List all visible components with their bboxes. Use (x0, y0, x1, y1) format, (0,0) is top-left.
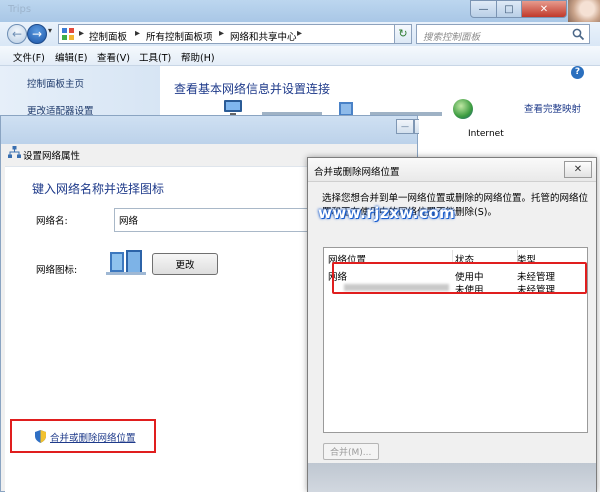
globe-icon (453, 99, 473, 119)
highlight-box (332, 262, 587, 294)
window-title: Trips (8, 4, 32, 15)
control-panel-icon (62, 28, 74, 40)
close-button[interactable]: ✕ (564, 161, 592, 178)
breadcrumb-network-center[interactable]: 网络和共享中心 (230, 29, 297, 43)
recent-pages-dropdown[interactable]: ▾ (48, 26, 52, 35)
maximize-button[interactable] (414, 119, 419, 134)
network-name-label: 网络名: (36, 216, 68, 227)
refresh-button[interactable]: ↻ (394, 24, 412, 44)
dialog-heading: 键入网络名称并选择图标 (32, 182, 165, 196)
network-location-icon (106, 250, 146, 275)
minimize-button[interactable]: — (470, 0, 497, 18)
sidebar-item-home[interactable]: 控制面板主页 (27, 76, 84, 90)
menu-file[interactable]: 文件(F) (13, 50, 45, 64)
maximize-button[interactable]: □ (496, 0, 522, 18)
dialog-title: 设置网络属性 (23, 151, 81, 162)
breadcrumb-separator: ▸ (79, 28, 85, 39)
network-location-list[interactable]: 网络位置 状态 类型 网络 使用中 未经管理 未使用 未经管理 (323, 247, 588, 433)
network-icon-label: 网络图标: (36, 265, 78, 276)
merge-delete-locations-link[interactable]: 合并或删除网络位置 (50, 430, 136, 444)
forward-button[interactable]: → (27, 24, 47, 44)
dialog-title-bar: — (1, 116, 419, 144)
merge-delete-dialog: 合并或删除网络位置 ✕ 选择您想合并到单一网络位置或删除的网络位置。托管的网络位… (307, 157, 597, 492)
navigation-bar: ← → ▾ ▸ 控制面板 ▸ 所有控制面板项 ▸ 网络和共享中心 ▸ ▾ ↻ 搜… (0, 22, 600, 46)
watermark: www.rjzxw.com (318, 204, 456, 222)
menu-view[interactable]: 查看(V) (97, 50, 130, 64)
internet-label: Internet (468, 129, 504, 139)
search-input[interactable]: 搜索控制面板 (416, 24, 590, 44)
close-button[interactable]: ✕ (521, 0, 567, 18)
search-icon (572, 28, 585, 41)
menu-tools[interactable]: 工具(T) (139, 50, 171, 64)
address-bar[interactable]: ▸ 控制面板 ▸ 所有控制面板项 ▸ 网络和共享中心 ▸ ▾ (58, 24, 456, 44)
dialog-title-bar: 合并或删除网络位置 ✕ (308, 158, 596, 182)
change-icon-button[interactable]: 更改 (152, 253, 218, 275)
page-title: 查看基本网络信息并设置连接 (174, 82, 331, 96)
back-button[interactable]: ← (7, 24, 27, 44)
menu-help[interactable]: 帮助(H) (181, 50, 215, 64)
shield-icon (35, 430, 46, 443)
minimize-button[interactable]: — (396, 119, 414, 134)
menu-edit[interactable]: 编辑(E) (55, 50, 87, 64)
help-icon[interactable]: ? (571, 66, 584, 79)
breadcrumb-separator: ▸ (297, 28, 303, 39)
background-photo (568, 0, 600, 22)
dialog-footer (308, 463, 596, 492)
breadcrumb-control-panel[interactable]: 控制面板 (89, 29, 127, 43)
network-icon (8, 146, 21, 158)
breadcrumb-all-items[interactable]: 所有控制面板项 (146, 29, 213, 43)
menu-bar: 文件(F) 编辑(E) 查看(V) 工具(T) 帮助(H) (0, 46, 600, 66)
title-bar: Trips — □ ✕ (0, 0, 600, 22)
view-full-map-link[interactable]: 查看完整映射 (524, 101, 581, 115)
dialog-title: 合并或删除网络位置 (314, 167, 400, 178)
merge-button[interactable]: 合并(M)... (323, 443, 379, 460)
breadcrumb-separator: ▸ (219, 28, 225, 39)
breadcrumb-separator: ▸ (135, 28, 141, 39)
search-placeholder: 搜索控制面板 (423, 32, 481, 43)
network-name-input[interactable] (114, 208, 310, 232)
